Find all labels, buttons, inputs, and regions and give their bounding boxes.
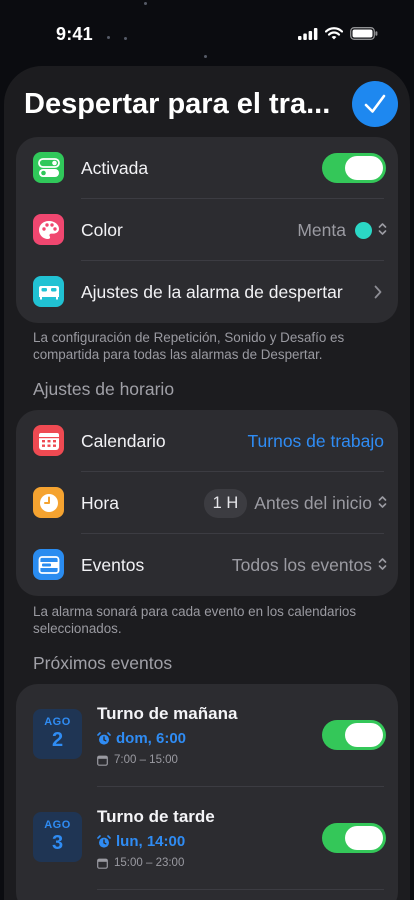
schedule-section-title: Ajustes de horario — [33, 379, 175, 399]
event-item[interactable]: AGO 2 Turno de mañana dom, 6:00 7:00 – 1… — [16, 684, 398, 787]
upcoming-events-card: AGO 2 Turno de mañana dom, 6:00 7:00 – 1… — [16, 684, 398, 900]
event-date-badge: AGO 3 — [33, 812, 82, 862]
color-swatch — [355, 221, 372, 239]
color-row[interactable]: Color Menta — [16, 199, 398, 261]
event-range: 7:00 – 15:00 — [114, 754, 178, 766]
calendar-label: Calendario — [81, 430, 166, 451]
toggles-icon — [33, 152, 64, 183]
chevron-updown-icon — [378, 558, 387, 570]
battery-icon — [350, 27, 378, 40]
alarm-settings-label: Ajustes de la alarma de despertar — [81, 281, 343, 302]
active-label: Activada — [81, 157, 149, 178]
status-time: 9:41 — [56, 24, 93, 44]
status-bar: 9:41 — [0, 0, 414, 60]
palette-icon — [33, 214, 64, 245]
calendar-row[interactable]: Calendario Turnos de trabajo — [16, 410, 398, 472]
background-star — [144, 2, 147, 5]
event-toggle[interactable] — [322, 823, 386, 853]
confirm-button[interactable] — [352, 81, 398, 127]
calendar-value: Turnos de trabajo — [247, 430, 384, 451]
events-label: Eventos — [81, 554, 145, 575]
event-alarm: lun, 14:00 — [97, 833, 185, 850]
event-day: 3 — [51, 832, 64, 854]
alarm-clock-icon — [97, 834, 111, 848]
chevron-updown-icon — [378, 496, 387, 508]
event-item[interactable]: AGO 3 Turno de tarde lun, 14:00 15:00 – … — [16, 787, 398, 890]
event-toggle[interactable] — [322, 720, 386, 750]
time-label: Hora — [81, 492, 119, 513]
event-title: Turno de mañana — [97, 704, 238, 723]
schedule-note: La alarma sonará para cada evento en los… — [33, 604, 357, 636]
time-row[interactable]: Hora 1 H Antes del inicio — [16, 472, 398, 534]
time-offset-pill[interactable]: 1 H — [203, 488, 248, 518]
divider — [97, 889, 384, 890]
settings-note: La configuración de Repetición, Sonido y… — [33, 330, 345, 362]
checkmark-icon — [364, 94, 386, 113]
time-value: Antes del inicio — [254, 492, 372, 513]
color-label: Color — [81, 219, 123, 240]
settings-card: Activada Color Menta Ajustes de la alarm… — [16, 137, 398, 323]
events-list-icon — [33, 549, 64, 580]
event-date-badge: AGO 2 — [33, 709, 82, 759]
page-title: Despertar para el tra... — [24, 88, 331, 120]
event-month: AGO — [44, 819, 71, 831]
signal-icon — [298, 27, 318, 40]
color-value: Menta — [297, 220, 372, 241]
upcoming-section-title: Próximos eventos — [33, 653, 173, 673]
event-alarm-time: dom, 6:00 — [116, 730, 187, 747]
active-row: Activada — [16, 137, 398, 199]
event-time-range: 7:00 – 15:00 — [97, 754, 178, 766]
chevron-right-icon — [374, 285, 382, 299]
bed-icon — [33, 276, 64, 307]
wifi-icon — [325, 27, 343, 40]
time-value-group: 1 H Antes del inicio — [203, 488, 372, 518]
clock-icon — [33, 487, 64, 518]
active-toggle[interactable] — [322, 153, 386, 183]
background-star — [124, 37, 127, 40]
calendar-small-icon — [97, 755, 108, 766]
color-name: Menta — [297, 219, 346, 240]
event-day: 2 — [51, 729, 64, 751]
calendar-small-icon — [97, 858, 108, 869]
alarm-clock-icon — [97, 731, 111, 745]
event-time-range: 15:00 – 23:00 — [97, 857, 184, 869]
background-star — [107, 36, 110, 39]
alarm-editor-sheet: Despertar para el tra... Activada Color … — [4, 66, 410, 900]
event-title: Turno de tarde — [97, 807, 215, 826]
event-alarm-time: lun, 14:00 — [116, 833, 186, 850]
background-star — [204, 55, 207, 58]
alarm-settings-row[interactable]: Ajustes de la alarma de despertar — [16, 261, 398, 323]
calendar-icon — [33, 425, 64, 456]
chevron-updown-icon — [378, 223, 387, 235]
event-month: AGO — [44, 716, 71, 728]
event-range: 15:00 – 23:00 — [114, 857, 185, 869]
events-row[interactable]: Eventos Todos los eventos — [16, 534, 398, 596]
event-alarm: dom, 6:00 — [97, 730, 186, 747]
schedule-card: Calendario Turnos de trabajo Hora 1 H An… — [16, 410, 398, 596]
events-value: Todos los eventos — [231, 554, 372, 575]
